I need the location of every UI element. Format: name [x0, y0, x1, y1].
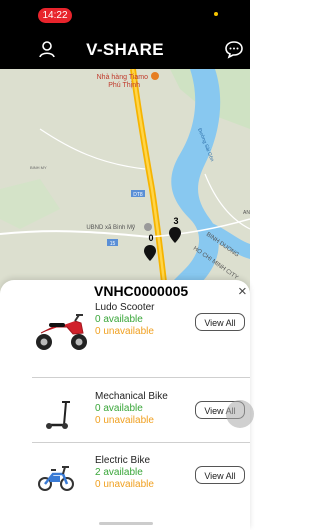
scooter-icon — [33, 313, 89, 358]
road-badge-15-text: 15 — [110, 241, 116, 247]
touch-indicator — [226, 400, 254, 428]
map-pin-icon — [144, 245, 156, 261]
map-label-ubnd: UBND xã Bình Mỹ — [86, 225, 135, 231]
available-count: 2 available — [95, 467, 143, 478]
map-marker-left-count: 0 — [148, 233, 153, 243]
map-canvas: DT8 15 Nhà hàng Tiamo Phú Thịnh BINH MY … — [0, 69, 250, 300]
home-indicator[interactable] — [99, 522, 153, 525]
map-pin-icon — [169, 227, 181, 243]
map-label-binh-my: BINH MY — [30, 165, 47, 170]
chat-icon[interactable] — [224, 39, 244, 59]
status-time: 14:22 — [38, 8, 72, 23]
divider — [32, 377, 250, 378]
map-label-phu-thinh: Phú Thịnh — [108, 82, 140, 89]
ubnd-pin-icon — [144, 223, 152, 231]
vehicle-name: Ludo Scooter — [95, 302, 155, 313]
map-marker-right-count: 3 — [173, 216, 178, 226]
available-count: 0 available — [95, 403, 143, 414]
map-marker-right[interactable]: 3 — [169, 216, 181, 243]
vehicle-name: Electric Bike — [95, 455, 151, 466]
view-all-button[interactable]: View All — [195, 466, 245, 484]
unavailable-count: 0 unavailable — [95, 415, 154, 426]
nav-bar: V-SHARE — [0, 28, 250, 69]
unavailable-count: 0 unavailable — [95, 326, 154, 337]
map-label-an: AN — [243, 210, 250, 216]
unavailable-count: 0 unavailable — [95, 479, 154, 490]
status-bar: 14:22 — [0, 0, 250, 28]
app-title: V-SHARE — [86, 40, 164, 59]
status-indicator-dot — [214, 12, 218, 16]
view-all-button[interactable]: View All — [195, 313, 245, 331]
electric-bike-icon — [37, 464, 75, 497]
map-label-restaurant: Nhà hàng Tiamo — [97, 74, 148, 81]
vehicle-name: Mechanical Bike — [95, 391, 168, 402]
vehicle-sheet: VNHC0000005 × Ludo Scooter 0 available 0… — [0, 280, 250, 530]
road-badge-dt8-text: DT8 — [133, 192, 143, 198]
restaurant-pin-icon — [151, 72, 159, 80]
divider — [32, 442, 250, 443]
close-button[interactable]: × — [238, 283, 247, 300]
available-count: 0 available — [95, 314, 143, 325]
map-view[interactable]: DT8 15 Nhà hàng Tiamo Phú Thịnh BINH MY … — [0, 69, 250, 300]
kick-scooter-icon — [44, 400, 72, 435]
vehicle-id: VNHC0000005 — [94, 283, 189, 299]
